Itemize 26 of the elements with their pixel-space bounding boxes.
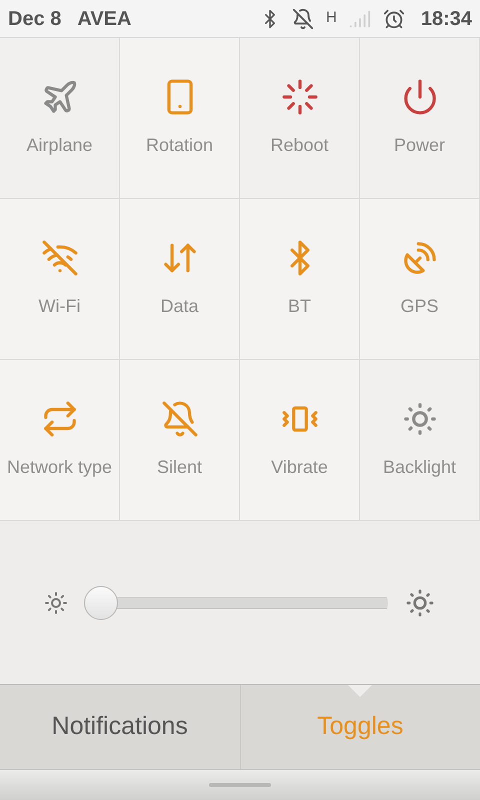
toggle-tile[interactable]: Vibrate	[240, 360, 360, 521]
tab[interactable]: Notifications	[0, 685, 240, 769]
spinner-icon	[280, 78, 318, 116]
toggle-tile[interactable]: Backlight	[360, 360, 480, 521]
toggle-tile[interactable]: Silent	[120, 360, 240, 521]
bright-sun-icon	[404, 586, 436, 618]
toggle-tile[interactable]: Rotation	[120, 38, 240, 199]
drag-handle[interactable]	[209, 783, 271, 787]
bell-off-icon	[160, 400, 198, 438]
bell-off-icon	[292, 8, 314, 30]
alarm-icon	[382, 8, 405, 30]
wifi-off-icon	[40, 238, 78, 276]
date-text: Dec 8	[8, 6, 62, 32]
toggle-tile[interactable]: Network type	[0, 360, 120, 521]
clock-text: 18:34	[420, 6, 472, 32]
toggle-tile[interactable]: Airplane	[0, 38, 120, 199]
toggle-tile[interactable]: Data	[120, 199, 240, 360]
toggle-tile[interactable]: Wi-Fi	[0, 199, 120, 360]
slider-thumb[interactable]	[84, 586, 118, 620]
toggle-tile[interactable]: GPS	[360, 199, 480, 360]
toggle-tile[interactable]: BT	[240, 199, 360, 360]
toggle-tile[interactable]: Power	[360, 38, 480, 199]
toggle-tile[interactable]: Reboot	[240, 38, 360, 199]
carrier-text: AVEA	[77, 6, 132, 32]
dim-sun-icon	[44, 590, 68, 614]
network-type-text: H	[326, 8, 337, 28]
